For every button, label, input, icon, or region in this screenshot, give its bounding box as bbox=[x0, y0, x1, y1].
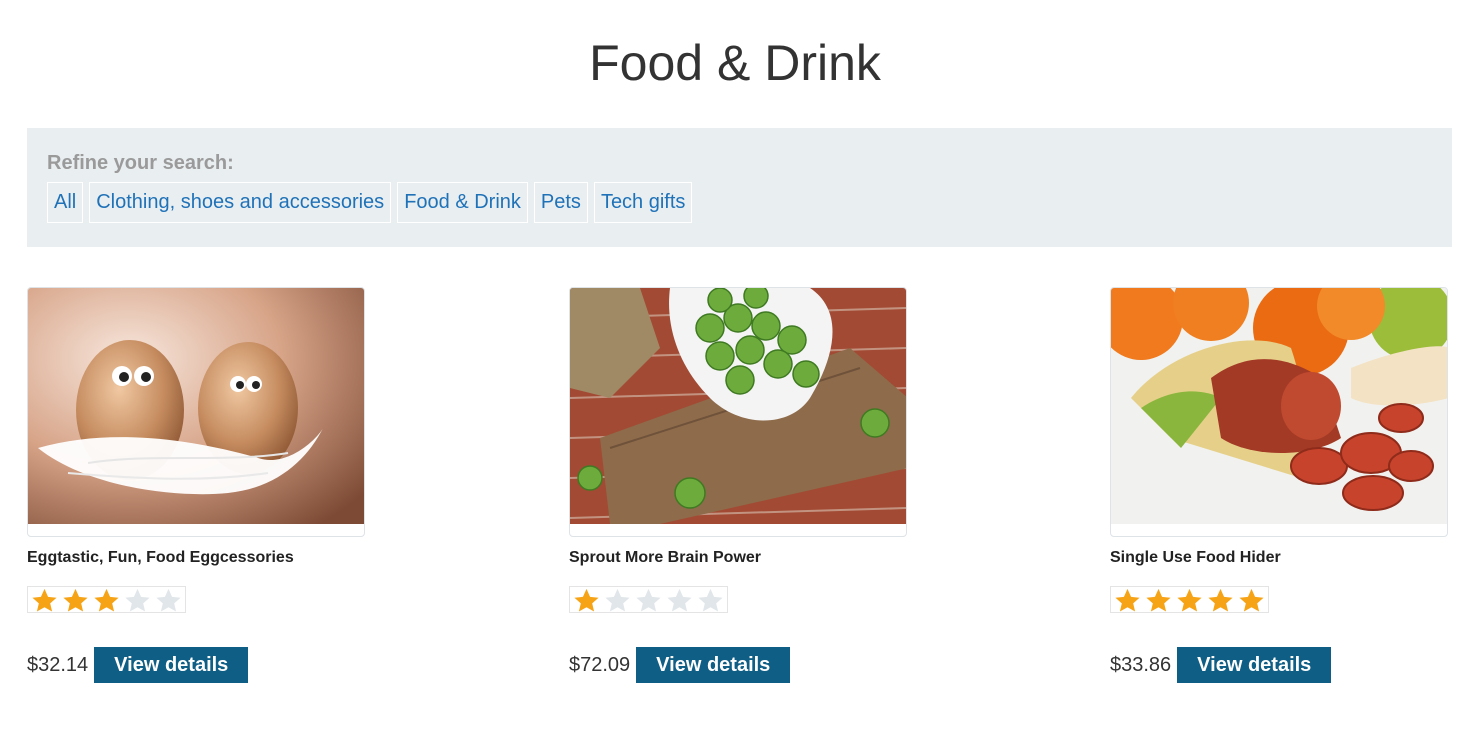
product-price: $72.09 bbox=[569, 653, 631, 676]
view-details-button[interactable]: View details bbox=[636, 647, 791, 683]
product-image-eggs bbox=[27, 287, 365, 537]
star-rating bbox=[1110, 586, 1269, 613]
star-filled-icon bbox=[32, 588, 57, 612]
star-filled-icon bbox=[63, 588, 88, 612]
star-filled-icon bbox=[94, 588, 119, 612]
filter-heading: Refine your search: bbox=[47, 152, 234, 174]
star-filled-icon bbox=[574, 588, 599, 612]
product-image-sprouts bbox=[569, 287, 907, 537]
product-price: $33.86 bbox=[1110, 653, 1172, 676]
product-price: $32.14 bbox=[27, 653, 89, 676]
product-name: Sprout More Brain Power bbox=[569, 549, 762, 566]
star-empty-icon bbox=[125, 588, 150, 612]
product-card: Single Use Food Hider $33.86 View detail… bbox=[1110, 287, 1448, 683]
product-card: Eggtastic, Fun, Food Eggcessories $32.14… bbox=[27, 287, 365, 683]
price-row: $32.14 View details bbox=[27, 647, 249, 683]
star-filled-icon bbox=[1115, 588, 1140, 612]
product-card: Sprout More Brain Power $72.09 View deta… bbox=[569, 287, 907, 683]
price-row: $33.86 View details bbox=[1110, 647, 1332, 683]
page-title: Food & Drink bbox=[589, 35, 881, 91]
star-filled-icon bbox=[1208, 588, 1233, 612]
product-name: Single Use Food Hider bbox=[1110, 549, 1281, 566]
filter-link-all[interactable]: All bbox=[47, 182, 84, 223]
star-empty-icon bbox=[605, 588, 630, 612]
star-filled-icon bbox=[1177, 588, 1202, 612]
star-empty-icon bbox=[667, 588, 692, 612]
star-rating bbox=[27, 586, 186, 613]
filter-link-food-drink[interactable]: Food & Drink bbox=[397, 182, 528, 223]
filter-bar: Refine your search: All Clothing, shoes … bbox=[27, 128, 1452, 247]
product-image-food-hider bbox=[1110, 287, 1448, 537]
view-details-button[interactable]: View details bbox=[1177, 647, 1332, 683]
star-filled-icon bbox=[1239, 588, 1264, 612]
filter-link-clothing[interactable]: Clothing, shoes and accessories bbox=[89, 182, 392, 223]
product-name: Eggtastic, Fun, Food Eggcessories bbox=[27, 549, 294, 566]
filter-link-tech-gifts[interactable]: Tech gifts bbox=[593, 182, 693, 223]
star-empty-icon bbox=[698, 588, 723, 612]
star-empty-icon bbox=[156, 588, 181, 612]
star-empty-icon bbox=[636, 588, 661, 612]
view-details-button[interactable]: View details bbox=[94, 647, 249, 683]
star-filled-icon bbox=[1146, 588, 1171, 612]
filter-link-pets[interactable]: Pets bbox=[533, 182, 588, 223]
star-rating bbox=[569, 586, 728, 613]
filter-links: All Clothing, shoes and accessories Food… bbox=[47, 182, 693, 223]
price-row: $72.09 View details bbox=[569, 647, 791, 683]
